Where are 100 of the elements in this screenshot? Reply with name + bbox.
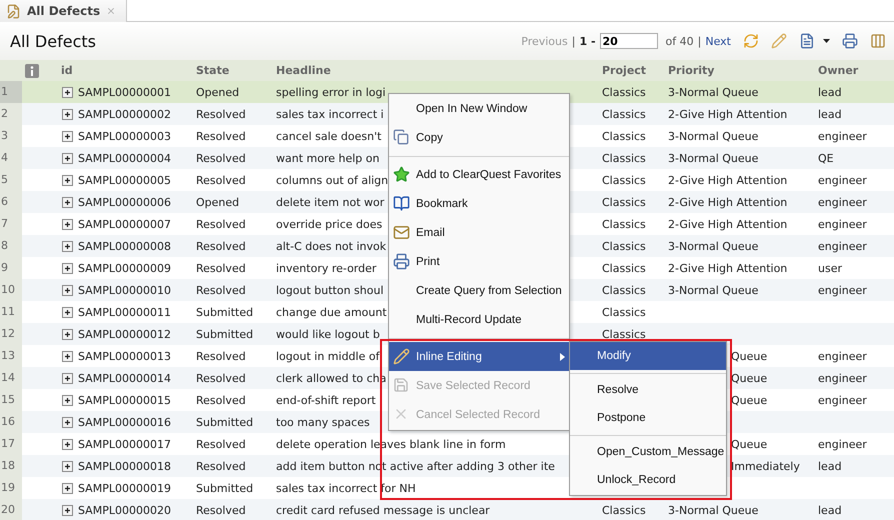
table-cell: Classics xyxy=(602,86,646,98)
table-cell: sales tax incorrect i xyxy=(276,108,384,120)
table-cell: Queue xyxy=(731,394,768,406)
table-cell: Resolved xyxy=(196,372,246,384)
table-cell: SAMPL00000013 xyxy=(78,350,171,362)
table-cell: engineer xyxy=(818,240,867,252)
table-cell: Classics xyxy=(602,174,646,186)
table-cell: would like logout b xyxy=(276,328,380,340)
table-cell: sales tax incorrect for NH xyxy=(276,482,416,494)
row-number: 17 xyxy=(0,433,22,455)
table-cell: Classics xyxy=(602,108,646,120)
table-cell: SAMPL00000002 xyxy=(78,108,171,120)
table-cell: Classics xyxy=(602,262,646,274)
table-cell: engineer xyxy=(818,372,867,384)
table-cell: SAMPL00000020 xyxy=(78,504,171,516)
table-cell: SAMPL00000005 xyxy=(78,174,171,186)
table-cell: SAMPL00000004 xyxy=(78,152,171,164)
table-cell: Resolved xyxy=(196,284,246,296)
row-number: 19 xyxy=(0,477,22,499)
table-cell: Resolved xyxy=(196,218,246,230)
table-cell: logout button shoul xyxy=(276,284,384,296)
table-cell: change due amount xyxy=(276,306,387,318)
table-cell: Resolved xyxy=(196,130,246,142)
table-cell: Submitted xyxy=(196,328,254,340)
table-cell: SAMPL00000006 xyxy=(78,196,171,208)
table-cell: Classics xyxy=(602,130,646,142)
table-cell: Resolved xyxy=(196,438,246,450)
table-cell: engineer xyxy=(818,174,867,186)
table-cell: Resolved xyxy=(196,152,246,164)
table-cell: SAMPL00000018 xyxy=(78,460,171,472)
range-start-text: 1 - xyxy=(579,34,596,48)
table-cell: logout in middle of xyxy=(276,350,380,362)
table-cell: Resolved xyxy=(196,240,246,252)
table-cell: Resolved xyxy=(196,394,246,406)
table-cell: SAMPL00000016 xyxy=(78,416,171,428)
row-number: 10 xyxy=(0,279,22,301)
total-text: of 40 xyxy=(666,34,694,48)
table-cell: Resolved xyxy=(196,174,246,186)
row-number: 18 xyxy=(0,455,22,477)
table-cell: SAMPL00000008 xyxy=(78,240,171,252)
table-cell: Classics xyxy=(602,196,646,208)
table-cell: Classics xyxy=(602,504,646,516)
table-cell: 2-Give High Attention xyxy=(668,196,788,208)
table-cell: Opened xyxy=(196,86,240,98)
row-number: 6 xyxy=(0,191,22,213)
table-cell: QE xyxy=(818,152,834,164)
table-cell: 3-Normal Queue xyxy=(668,284,758,296)
table-cell: engineer xyxy=(818,284,867,296)
table-cell: SAMPL00000012 xyxy=(78,328,171,340)
table-cell: Classics xyxy=(602,240,646,252)
table-cell: engineer xyxy=(818,350,867,362)
table-cell: Queue xyxy=(731,350,768,362)
page-title: All Defects xyxy=(10,32,96,50)
menu-item: Save Selected Record xyxy=(389,371,569,400)
table-cell: Queue xyxy=(731,372,768,384)
table-cell: Immediately xyxy=(731,460,800,472)
table-cell: SAMPL00000017 xyxy=(78,438,171,450)
table-cell: alt-C does not invok xyxy=(276,240,386,252)
table-cell: SAMPL00000014 xyxy=(78,372,171,384)
table-cell: Resolved xyxy=(196,108,246,120)
table-cell: 2-Give High Attention xyxy=(668,174,788,186)
table-cell: cancel sale doesn't xyxy=(276,130,382,142)
table-cell: engineer xyxy=(818,438,867,450)
row-number: 9 xyxy=(0,257,22,279)
row-number: 3 xyxy=(0,125,22,147)
table-cell: override price does xyxy=(276,218,382,230)
table-cell: SAMPL00000015 xyxy=(78,394,171,406)
table-cell: lead xyxy=(818,504,842,516)
table-cell: 3-Normal Queue xyxy=(668,152,758,164)
table-cell: Submitted xyxy=(196,482,254,494)
table-cell: lead xyxy=(818,86,842,98)
table-cell: Classics xyxy=(602,328,646,340)
table-cell: Classics xyxy=(602,306,646,318)
table-cell: 2-Give High Attention xyxy=(668,218,788,230)
table-cell: SAMPL00000003 xyxy=(78,130,171,142)
table-cell: columns out of align xyxy=(276,174,388,186)
divider-text: | xyxy=(698,34,702,48)
table-cell: Opened xyxy=(196,196,240,208)
row-number: 2 xyxy=(0,103,22,125)
row-number: 11 xyxy=(0,301,22,323)
table-cell: inventory re-order xyxy=(276,262,376,274)
table-cell: engineer xyxy=(818,394,867,406)
table-cell: delete item not wor xyxy=(276,196,384,208)
table-cell: 3-Normal Queue xyxy=(668,504,758,516)
divider-text: | xyxy=(572,34,576,48)
table-cell: 3-Normal Queue xyxy=(668,86,758,98)
table-cell: lead xyxy=(818,108,842,120)
table-cell: credit card refused message is unclear xyxy=(276,504,490,516)
table-cell: SAMPL00000011 xyxy=(78,306,171,318)
table-cell: SAMPL00000010 xyxy=(78,284,171,296)
row-number: 20 xyxy=(0,499,22,520)
table-cell: Classics xyxy=(602,218,646,230)
table-cell: Submitted xyxy=(196,306,254,318)
row-number: 13 xyxy=(0,345,22,367)
table-cell: Resolved xyxy=(196,504,246,516)
table-cell: SAMPL00000007 xyxy=(78,218,171,230)
table-cell: 2-Give High Attention xyxy=(668,108,788,120)
table-cell: Queue xyxy=(731,438,768,450)
table-cell: Resolved xyxy=(196,262,246,274)
row-number: 16 xyxy=(0,411,22,433)
